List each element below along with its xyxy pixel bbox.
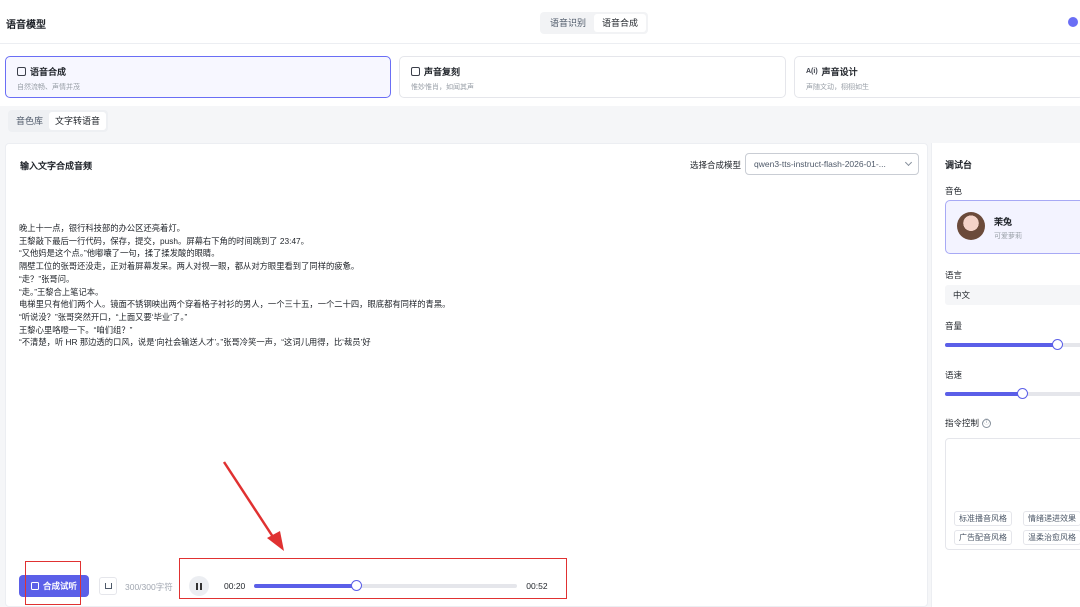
mode-card-title: 语音合成 xyxy=(30,67,67,77)
language-select[interactable]: 中文 xyxy=(945,285,1080,305)
volume-label: 音量 xyxy=(945,321,963,331)
annotation-box-synthesize xyxy=(25,561,81,605)
instruction-chip[interactable]: 情绪递进效果 xyxy=(1023,511,1080,526)
user-icon[interactable] xyxy=(1068,17,1078,27)
voice-label: 音色 xyxy=(945,186,963,196)
model-type-switch: 语音识别 语音合成 xyxy=(540,12,649,34)
mode-card-synthesis[interactable]: 语音合成 自然流畅、声情并茂 xyxy=(5,56,391,98)
info-icon[interactable]: ⓘ xyxy=(982,419,992,429)
speed-fill xyxy=(945,392,1022,396)
volume-slider[interactable] xyxy=(945,339,1080,350)
speed-label: 语速 xyxy=(945,370,963,380)
text-line: “走？”张哥问。 xyxy=(19,273,75,284)
debug-title: 调试台 xyxy=(945,160,973,170)
mode-card-voice-design[interactable]: A(i) 声音设计 声随文动，栩栩如生 xyxy=(794,56,1080,98)
char-count: 300/300字符 xyxy=(125,582,173,592)
text-line: 电梯里只有他们两个人。镜面不锈钢映出两个穿着格子衬衫的男人，一个三十五，一个二十… xyxy=(19,299,451,310)
text-line: “不清楚，听 HR 那边透的口风，说是‘向社会输送人才’。”张哥冷笑一声，“这词… xyxy=(19,337,371,348)
tab-text-to-speech[interactable]: 文字转语音 xyxy=(49,112,107,130)
instruction-chip[interactable]: 温柔治愈风格 xyxy=(1023,530,1080,545)
text-line: 王黎心里咯噔一下。“咱们组？” xyxy=(19,324,133,335)
mode-cards: 语音合成 自然流畅、声情并茂 声音复刻 惟妙惟肖，如闻其声 A(i) 声音设计 … xyxy=(0,44,1080,106)
text-line: “听说没？”张哥突然开口，“上面又要‘毕业’了。” xyxy=(19,311,188,322)
top-bar: 语音模型 语音识别 语音合成 xyxy=(0,0,1080,44)
text-input[interactable]: 晚上十一点，银行科技部的办公区还亮着灯。 王黎敲下最后一行代码，保存，提交，pu… xyxy=(19,222,909,349)
voice-description: 可爱萝莉 xyxy=(994,233,1022,240)
tab-speech-recognition[interactable]: 语音识别 xyxy=(542,14,594,32)
editor-title: 输入文字合成音频 xyxy=(20,161,93,171)
text-line: 隔壁工位的张哥还没走，正对着屏幕发呆。两人对视一眼，都从对方眼里看到了同样的疲惫… xyxy=(19,261,360,272)
mode-card-subtitle: 惟妙惟肖，如闻其声 xyxy=(411,84,474,91)
mode-card-voice-clone[interactable]: 声音复刻 惟妙惟肖，如闻其声 xyxy=(399,56,786,98)
volume-handle[interactable] xyxy=(1052,339,1063,350)
model-select-label: 选择合成模型 xyxy=(690,160,742,170)
speed-slider[interactable] xyxy=(945,388,1080,399)
tab-voice-library[interactable]: 音色库 xyxy=(10,112,49,130)
app-title: 语音模型 xyxy=(6,20,46,31)
speech-synthesis-icon xyxy=(17,67,26,76)
text-line: 王黎敲下最后一行代码，保存，提交，push。屏幕右下角的时间跳到了 23:47。 xyxy=(19,235,309,246)
voice-name: 茉兔 xyxy=(994,217,1013,227)
speed-handle[interactable] xyxy=(1017,388,1028,399)
instruction-chip[interactable]: 广告配音风格 xyxy=(954,530,1012,545)
text-line: “走。”王黎合上笔记本。 xyxy=(19,286,104,297)
debug-panel: 调试台 音色 茉兔 可爱萝莉 语言 中文 音量 语速 指令控制 ⓘ 标准播音风格 … xyxy=(931,143,1080,607)
ai-icon: A(i) xyxy=(806,68,818,75)
chevron-down-icon xyxy=(904,158,913,167)
mode-card-subtitle: 自然流畅、声情并茂 xyxy=(17,84,80,91)
instruction-chip[interactable]: 标准播音风格 xyxy=(954,511,1012,526)
model-select-value: qwen3-tts-instruct-flash-2026-01-... xyxy=(754,159,886,169)
instruction-input[interactable]: 标准播音风格 情绪递进效果 广告配音风格 温柔治愈风格 xyxy=(945,438,1080,550)
instruction-label: 指令控制 xyxy=(945,418,980,428)
voice-card[interactable]: 茉兔 可爱萝莉 xyxy=(945,200,1080,254)
text-line: “又他妈是这个点。”他嘟囔了一句，揉了揉发酸的眼睛。 xyxy=(19,248,220,259)
language-label: 语言 xyxy=(945,270,963,280)
clear-icon xyxy=(104,583,112,589)
mode-card-title: 声音设计 xyxy=(821,67,858,77)
mode-card-subtitle: 声随文动，栩栩如生 xyxy=(806,84,869,91)
editor-panel: 输入文字合成音频 选择合成模型 qwen3-tts-instruct-flash… xyxy=(5,143,928,607)
annotation-box-player xyxy=(179,558,567,599)
model-select[interactable]: qwen3-tts-instruct-flash-2026-01-... xyxy=(745,153,919,175)
voice-clone-icon xyxy=(411,67,420,76)
volume-fill xyxy=(945,343,1057,347)
avatar xyxy=(957,212,985,240)
text-line: 晚上十一点，银行科技部的办公区还亮着灯。 xyxy=(19,223,185,233)
clear-button[interactable] xyxy=(99,577,117,595)
mode-card-title: 声音复刻 xyxy=(424,67,461,77)
tab-speech-synthesis[interactable]: 语音合成 xyxy=(594,14,647,32)
sub-tabs: 音色库 文字转语音 xyxy=(8,110,109,132)
